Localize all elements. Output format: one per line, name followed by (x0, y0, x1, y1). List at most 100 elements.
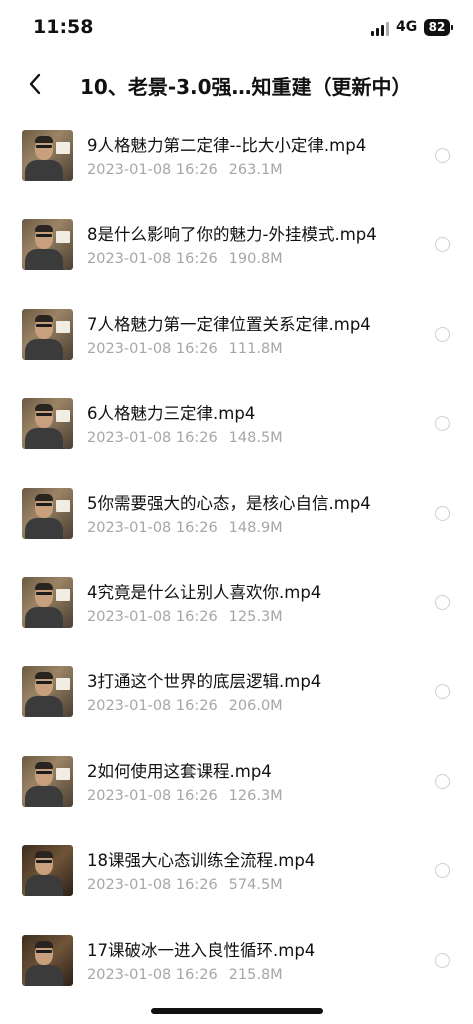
person-hair-shape (35, 314, 53, 322)
list-item[interactable]: 3打通这个世界的底层逻辑.mp4 2023-01-08 16:26 206.0M (0, 648, 473, 737)
glasses-shape (36, 681, 52, 685)
video-thumbnail (22, 666, 73, 718)
list-item[interactable]: 18课强大心态训练全流程.mp4 2023-01-08 16:26 574.5M (0, 827, 473, 916)
person-hair-shape (35, 493, 53, 501)
file-meta: 2023-01-08 16:26 190.8M (87, 251, 283, 267)
person-body-shape (25, 517, 63, 539)
glasses-shape (36, 145, 52, 148)
file-size: 148.5M (228, 430, 283, 447)
page-title: 10、老景-3.0强…知重建（更新中） (80, 75, 412, 99)
back-button[interactable] (22, 68, 50, 100)
file-date: 2023-01-08 16:26 (87, 430, 218, 447)
file-meta: 2023-01-08 16:26 148.5M (87, 430, 283, 446)
select-radio[interactable] (435, 684, 450, 700)
glasses-shape (36, 502, 52, 506)
file-date: 2023-01-08 16:26 (87, 966, 218, 983)
file-date: 2023-01-08 16:26 (87, 162, 218, 178)
glasses-shape (36, 770, 52, 774)
select-radio[interactable] (435, 237, 450, 253)
network-type: 4G (396, 19, 418, 35)
select-radio[interactable] (435, 863, 450, 879)
whiteboard-shape (56, 231, 70, 244)
file-date: 2023-01-08 16:26 (87, 698, 218, 715)
file-size: 263.1M (228, 162, 283, 178)
whiteboard-shape (56, 320, 70, 333)
glasses-shape (36, 413, 52, 417)
person-hair-shape (35, 404, 53, 412)
person-hair-shape (35, 136, 53, 143)
file-meta: 2023-01-08 16:26 206.0M (87, 698, 283, 714)
video-thumbnail (22, 487, 73, 539)
list-item[interactable]: 2如何使用这套课程.mp4 2023-01-08 16:26 126.3M (0, 738, 473, 827)
glasses-shape (36, 949, 52, 953)
file-size: 111.8M (228, 340, 283, 357)
person-body-shape (25, 696, 63, 718)
file-list: 9人格魅力第二定律--比大小定律.mp4 2023-01-08 16:26 263.… (0, 112, 473, 1006)
whiteboard-shape (56, 410, 70, 423)
file-title: 17课破冰一进入良性循环.mp4 (87, 940, 316, 960)
file-meta: 2023-01-08 16:26 148.9M (87, 520, 283, 536)
select-radio[interactable] (435, 326, 450, 342)
person-body-shape (25, 875, 63, 897)
glasses-shape (36, 591, 52, 595)
glasses-shape (36, 860, 52, 864)
file-date: 2023-01-08 16:26 (87, 877, 218, 894)
file-title: 6人格魅力三定律.mp4 (87, 404, 256, 424)
file-size: 126.3M (228, 787, 283, 804)
status-bar: 11:58 4G 82 (0, 0, 473, 58)
file-size: 190.8M (228, 251, 283, 268)
list-item[interactable]: 8是什么影响了你的魅力-外挂模式.mp4 2023-01-08 16:26 190.… (0, 201, 473, 290)
glasses-shape (36, 323, 52, 327)
file-date: 2023-01-08 16:26 (87, 340, 218, 357)
list-item[interactable]: 17课破冰一进入良性循环.mp4 2023-01-08 16:26 215.8M (0, 917, 473, 1006)
select-radio[interactable] (435, 416, 450, 432)
person-body-shape (25, 964, 63, 986)
select-radio[interactable] (435, 594, 450, 610)
file-meta: 2023-01-08 16:26 111.8M (87, 341, 283, 357)
select-radio[interactable] (435, 952, 450, 968)
list-item[interactable]: 9人格魅力第二定律--比大小定律.mp4 2023-01-08 16:26 263.… (0, 112, 473, 201)
video-thumbnail (22, 934, 73, 986)
select-radio[interactable] (435, 148, 450, 163)
person-body-shape (25, 428, 63, 450)
select-radio[interactable] (435, 505, 450, 521)
file-size: 206.0M (228, 698, 283, 715)
file-meta: 2023-01-08 16:26 125.3M (87, 609, 283, 625)
file-meta: 2023-01-08 16:26 126.3M (87, 788, 283, 804)
list-item[interactable]: 5你需要强大的心态，是核心自信.mp4 2023-01-08 16:26 148.9… (0, 470, 473, 559)
file-title: 7人格魅力第一定律位置关系定律.mp4 (87, 314, 371, 334)
list-item[interactable]: 4究竟是什么让别人喜欢你.mp4 2023-01-08 16:26 125.3M (0, 559, 473, 648)
cellular-signal-icon (371, 22, 391, 36)
file-size: 148.9M (228, 519, 283, 536)
nav-bar: 10、老景-3.0强…知重建（更新中） (0, 60, 473, 110)
file-title: 18课强大心态训练全流程.mp4 (87, 851, 316, 871)
person-body-shape (25, 249, 63, 271)
video-thumbnail (22, 398, 73, 450)
whiteboard-shape (56, 678, 70, 691)
video-thumbnail (22, 219, 73, 271)
glasses-shape (36, 234, 52, 238)
whiteboard-shape (56, 588, 70, 601)
list-item[interactable]: 6人格魅力三定律.mp4 2023-01-08 16:26 148.5M (0, 380, 473, 469)
file-title: 2如何使用这套课程.mp4 (87, 761, 272, 781)
video-thumbnail (22, 130, 73, 181)
home-indicator[interactable] (151, 1008, 323, 1014)
select-radio[interactable] (435, 773, 450, 789)
file-meta: 2023-01-08 16:26 574.5M (87, 877, 283, 893)
file-title: 4究竟是什么让别人喜欢你.mp4 (87, 582, 322, 602)
status-time: 11:58 (33, 16, 94, 38)
video-thumbnail (22, 845, 73, 897)
file-title: 9人格魅力第二定律--比大小定律.mp4 (87, 136, 367, 155)
file-date: 2023-01-08 16:26 (87, 519, 218, 536)
person-hair-shape (35, 851, 53, 859)
file-title: 3打通这个世界的底层逻辑.mp4 (87, 672, 322, 692)
list-item[interactable]: 7人格魅力第一定律位置关系定律.mp4 2023-01-08 16:26 111.8… (0, 291, 473, 380)
whiteboard-shape (56, 499, 70, 512)
whiteboard-shape (56, 142, 70, 154)
file-size: 574.5M (228, 877, 283, 894)
file-meta: 2023-01-08 16:26 263.1M (87, 162, 283, 178)
file-title: 5你需要强大的心态，是核心自信.mp4 (87, 493, 371, 513)
whiteboard-shape (56, 767, 70, 780)
person-hair-shape (35, 582, 53, 590)
person-body-shape (25, 606, 63, 628)
